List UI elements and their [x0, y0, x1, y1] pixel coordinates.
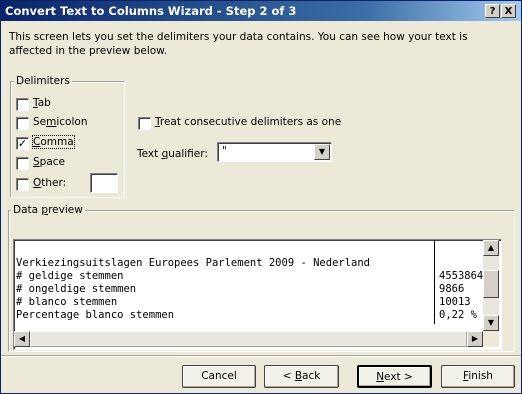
other-label[interactable]: Other: — [33, 177, 66, 189]
preview-row: Verkiezingsuitslagen Europees Parlement … — [16, 257, 370, 270]
consecutive-delimiters-checkbox[interactable] — [138, 117, 151, 130]
preview-cell: 10013 — [439, 296, 471, 308]
space-checkbox[interactable] — [16, 157, 29, 170]
preview-cell: 9866 — [439, 283, 465, 295]
other-checkbox[interactable] — [16, 178, 29, 191]
preview-cell: 0,22 % — [439, 309, 477, 321]
space-label[interactable]: Space — [33, 156, 65, 168]
intro-text: This screen lets you set the delimiters … — [9, 31, 468, 57]
finish-button[interactable]: Finish — [441, 365, 515, 388]
preview-cell: # ongeldige stemmen — [16, 283, 137, 295]
footer-separator — [1, 355, 521, 357]
preview-cell: 4553864 — [439, 270, 484, 282]
semicolon-label[interactable]: Semicolon — [33, 116, 87, 128]
preview-row: # blanco stemmen 10013 — [16, 296, 471, 309]
horizontal-scroll-thumb[interactable] — [30, 331, 467, 347]
window-title: Convert Text to Columns Wizard - Step 2 … — [5, 4, 297, 18]
delimiters-group-label: Delimiters — [14, 75, 72, 87]
horizontal-scrollbar[interactable]: ◀ ▶ — [14, 331, 483, 347]
tab-label[interactable]: Tab — [33, 97, 51, 109]
consecutive-delimiters-label[interactable]: Treat consecutive delimiters as one — [155, 116, 341, 128]
preview-cell: # geldige stemmen — [16, 270, 124, 282]
data-preview-grid[interactable]: Verkiezingsuitslagen Europees Parlement … — [13, 239, 502, 350]
column-divider[interactable] — [434, 240, 435, 324]
vertical-scrollbar[interactable]: ▲ ▼ — [483, 240, 499, 331]
back-button[interactable]: < Back — [264, 365, 339, 388]
semicolon-checkbox[interactable] — [16, 117, 29, 130]
preview-row: # ongeldige stemmen 9866 — [16, 283, 464, 296]
chevron-down-icon[interactable]: ▼ — [314, 144, 330, 160]
preview-cell: Verkiezingsuitslagen Europees Parlement … — [16, 257, 371, 269]
scrollbar-corner — [483, 331, 499, 347]
preview-row: # geldige stemmen 4553864 — [16, 270, 483, 283]
scroll-down-icon[interactable]: ▼ — [483, 315, 499, 331]
text-qualifier-value: " — [222, 145, 227, 157]
preview-cell: # blanco stemmen — [16, 296, 118, 308]
preview-row: Percentage blanco stemmen 0,22 % — [16, 309, 477, 322]
data-preview-group-label: Data preview — [11, 204, 85, 216]
preview-cell: Percentage blanco stemmen — [16, 309, 175, 321]
text-qualifier-label: Text qualifier: — [137, 148, 208, 160]
scroll-up-icon[interactable]: ▲ — [483, 240, 499, 256]
close-button[interactable]: X — [501, 4, 516, 18]
comma-checkbox[interactable]: ✓ — [16, 137, 29, 150]
tab-checkbox[interactable] — [16, 98, 29, 111]
text-qualifier-select[interactable]: " ▼ — [217, 142, 332, 162]
cancel-button[interactable]: Cancel — [182, 365, 256, 388]
vertical-scroll-thumb[interactable] — [483, 270, 499, 298]
next-button[interactable]: Next > — [357, 365, 432, 388]
scroll-left-icon[interactable]: ◀ — [14, 331, 30, 347]
scroll-right-icon[interactable]: ▶ — [467, 331, 483, 347]
help-button[interactable]: ? — [485, 4, 500, 18]
comma-label[interactable]: Comma — [32, 135, 75, 149]
other-delimiter-input[interactable] — [90, 173, 118, 193]
title-bar[interactable]: Convert Text to Columns Wizard - Step 2 … — [1, 1, 521, 21]
wizard-window: Convert Text to Columns Wizard - Step 2 … — [0, 0, 522, 394]
